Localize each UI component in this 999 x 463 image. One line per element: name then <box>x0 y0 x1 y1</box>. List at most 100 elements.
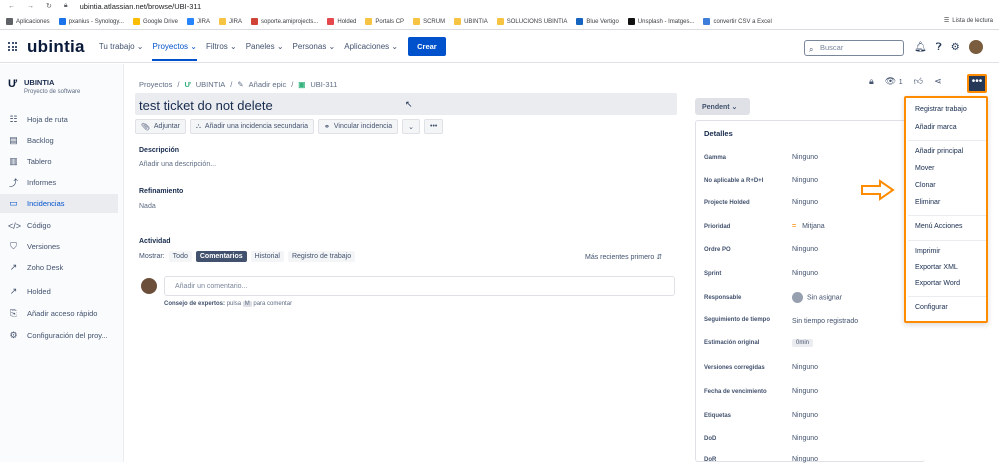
app-switcher-icon[interactable] <box>8 42 17 51</box>
bookmark[interactable]: SOLUCIONS UBINTIA <box>496 18 567 25</box>
sidebar-item-roadmap[interactable]: ☷ Hoja de ruta <box>0 110 118 129</box>
forward-icon[interactable]: → <box>27 3 34 10</box>
avatar[interactable] <box>968 40 983 54</box>
notifications-icon[interactable]: 🔔︎ <box>914 42 927 53</box>
issue-title[interactable]: test ticket do not delete <box>139 98 273 113</box>
menu-item-delete[interactable]: Eliminar <box>915 199 940 206</box>
bookmark[interactable]: Google Drive <box>132 18 178 25</box>
sidebar-item-board[interactable]: ▥ Tablero <box>0 152 118 171</box>
sidebar-item-issues[interactable]: ▭ Incidencias <box>0 194 118 213</box>
reload-icon[interactable]: ↻ <box>46 2 52 10</box>
sort-toggle[interactable]: Más recientes primero ⇵ <box>585 253 662 261</box>
nav-people[interactable]: Personas ⌄ <box>293 42 336 51</box>
field-value[interactable]: Ninguno <box>792 364 818 371</box>
tab-worklog[interactable]: Registro de trabajo <box>287 251 356 262</box>
address-bar[interactable]: ubintia.atlassian.net/browse/UBI-311 <box>80 2 202 11</box>
field-value[interactable]: Sin tiempo registrado <box>792 318 858 325</box>
sidebar-item-code[interactable]: </> Código <box>0 216 118 235</box>
field-value[interactable]: Ninguno <box>792 154 818 161</box>
actions-dropdown-button[interactable]: ⌄ <box>402 119 420 134</box>
field-value[interactable]: Ninguno <box>792 435 818 442</box>
watch-button[interactable]: 👁︎ 1 <box>885 76 903 87</box>
status-dropdown[interactable]: Pendent ⌄ <box>695 98 750 115</box>
bookmark[interactable]: pxanius - Synology... <box>58 18 124 25</box>
comment-input[interactable]: Añadir un comentario... <box>164 276 675 296</box>
field-label: Prioridad <box>704 224 731 230</box>
more-actions-button[interactable]: ••• <box>424 119 444 134</box>
field-value[interactable]: Ninguno <box>792 246 818 253</box>
bookmark[interactable]: UBINTIA <box>454 18 488 25</box>
bookmark[interactable]: JIRA <box>218 18 242 25</box>
menu-item-log-work[interactable]: Registrar trabajo <box>915 106 967 113</box>
sidebar-item-project-settings[interactable]: ⚙ Configuración del proy... <box>0 326 118 345</box>
priority-value[interactable]: = Mitjana <box>792 223 825 230</box>
reports-icon: ⤴ <box>8 178 18 188</box>
field-value[interactable]: Ninguno <box>792 270 818 277</box>
issue-actions: 📎︎ Adjuntar ⛬ Añadir una incidencia secund… <box>135 119 444 134</box>
breadcrumb-projects[interactable]: Proyectos <box>139 80 172 89</box>
search-input[interactable]: ⌕ Buscar <box>804 40 904 56</box>
assignee-value[interactable]: Sin asignar <box>792 292 842 303</box>
menu-item-export-xml[interactable]: Exportar XML <box>915 264 958 271</box>
sidebar-item-backlog[interactable]: ▤ Backlog <box>0 131 118 150</box>
bookmark[interactable]: SCRUM <box>413 18 445 25</box>
breadcrumb-issue-key[interactable]: UBI-311 <box>310 80 337 89</box>
back-icon[interactable]: ← <box>8 3 15 10</box>
details-heading[interactable]: Detalles <box>704 129 733 138</box>
nav-apps[interactable]: Aplicaciones ⌄ <box>344 42 398 51</box>
create-button[interactable]: Crear <box>408 37 446 56</box>
refinement-value[interactable]: Nada <box>139 203 156 210</box>
bookmark[interactable]: Holded <box>327 18 356 25</box>
field-value[interactable]: Ninguno <box>792 412 818 419</box>
field-value[interactable]: Ninguno <box>792 177 818 184</box>
sidebar-item-reports[interactable]: ⤴ Informes <box>0 173 118 192</box>
search-icon: ⌕ <box>809 45 814 54</box>
tab-all[interactable]: Todo <box>168 251 192 262</box>
add-child-issue-button[interactable]: ⛬ Añadir una incidencia secundaria <box>189 119 314 134</box>
nav-projects[interactable]: Proyectos ⌄ <box>152 42 197 61</box>
more-actions-button[interactable]: ••• <box>967 74 987 93</box>
paperclip-icon: 📎︎ <box>141 123 150 131</box>
bookmark[interactable]: Blue Vertigo <box>576 18 619 25</box>
tab-history[interactable]: Historial <box>250 251 284 262</box>
bookmark[interactable]: Unsplash - Imatges... <box>627 18 694 25</box>
sidebar-item-holded[interactable]: ↗ Holded <box>0 282 118 301</box>
menu-item-print[interactable]: Imprimir <box>915 248 940 255</box>
bookmark[interactable]: Portals CP <box>365 18 404 25</box>
menu-item-add-parent[interactable]: Añadir principal <box>915 148 963 155</box>
reading-list[interactable]: ☰ Lista de lectura <box>944 17 993 25</box>
description-field[interactable]: Añadir una descripción... <box>139 161 216 168</box>
help-icon[interactable]: ❓︎ <box>936 42 942 53</box>
bookmark[interactable]: Aplicaciones <box>6 18 50 25</box>
menu-item-actions[interactable]: Menú Acciones <box>915 223 962 230</box>
field-value[interactable]: Ninguno <box>792 199 818 206</box>
attach-button[interactable]: 📎︎ Adjuntar <box>135 119 186 134</box>
nav-filters[interactable]: Filtros ⌄ <box>206 42 237 51</box>
gear-icon[interactable]: ⚙ <box>951 42 960 53</box>
sidebar-item-releases[interactable]: ⛉ Versiones <box>0 237 118 256</box>
lock-icon[interactable]: 🔒︎ <box>869 76 874 87</box>
logo[interactable]: ubintia <box>27 37 85 57</box>
thumbs-up-icon[interactable]: 👍︎ <box>914 76 923 87</box>
nav-dashboards[interactable]: Paneles ⌄ <box>246 42 284 51</box>
menu-item-configure[interactable]: Configurar <box>915 304 948 311</box>
project-header[interactable]: Ư UBINTIA Proyecto de software <box>8 78 80 95</box>
field-value[interactable]: Ninguno <box>792 388 818 395</box>
sidebar-item-zoho-desk[interactable]: ↗ Zoho Desk <box>0 258 118 277</box>
breadcrumb-project[interactable]: UBINTIA <box>196 80 226 89</box>
bookmark[interactable]: convertir CSV a Excel <box>703 18 772 25</box>
menu-item-move[interactable]: Mover <box>915 165 934 172</box>
tab-comments[interactable]: Comentarios <box>195 251 247 262</box>
breadcrumb-add-epic[interactable]: Añadir epic <box>249 80 287 89</box>
share-icon[interactable]: ⋖ <box>934 76 942 87</box>
field-label: Estimación original <box>704 340 760 346</box>
sidebar-item-add-shortcut[interactable]: ⎘ Añadir acceso rápido <box>0 304 118 323</box>
menu-item-export-word[interactable]: Exportar Word <box>915 280 960 287</box>
menu-item-clone[interactable]: Clonar <box>915 182 936 189</box>
estimate-value[interactable]: 0min <box>792 339 814 347</box>
menu-item-add-flag[interactable]: Añadir marca <box>915 124 957 131</box>
nav-your-work[interactable]: Tu trabajo ⌄ <box>99 42 144 51</box>
bookmark[interactable]: JIRA <box>186 18 210 25</box>
link-issue-button[interactable]: ⚭ Vincular incidencia <box>318 119 399 134</box>
bookmark[interactable]: soporte.amiprojects... <box>251 18 318 25</box>
